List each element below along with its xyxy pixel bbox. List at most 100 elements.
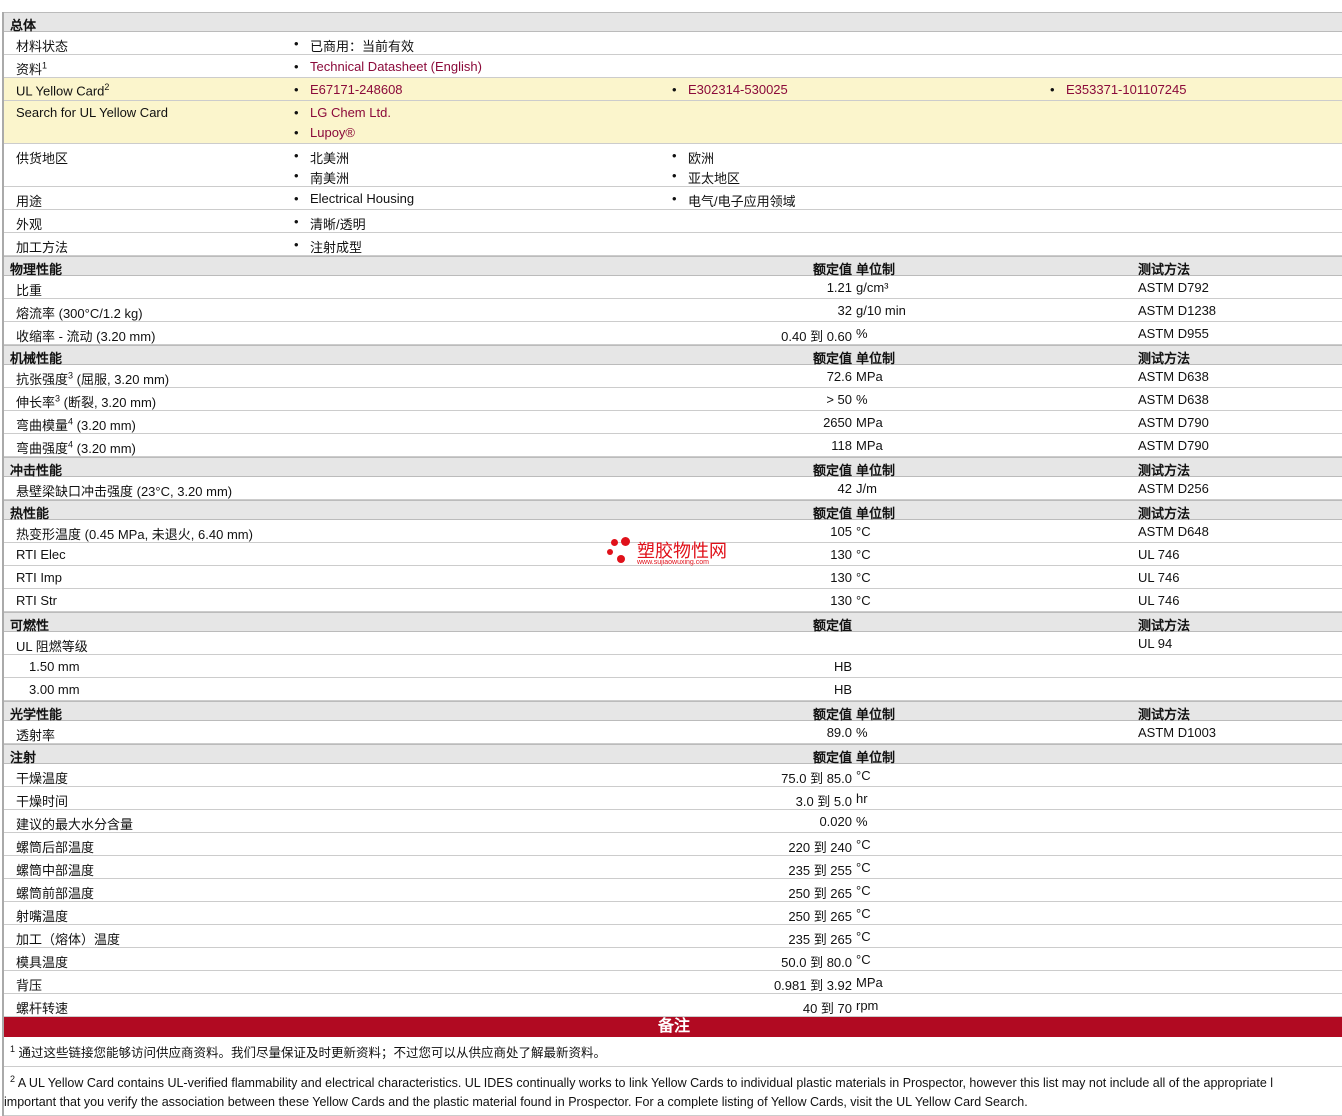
property-row: 3.00 mm HB bbox=[4, 678, 1342, 701]
value-item: 亚太地区 bbox=[672, 168, 740, 187]
property-row: 收缩率 - 流动 (3.20 mm) 0.40 到 0.60% ASTM D955 bbox=[4, 322, 1342, 345]
test-method: ASTM D638 bbox=[1138, 369, 1209, 384]
property-value: 220 到 240 bbox=[788, 840, 852, 855]
property-unit: % bbox=[856, 392, 868, 407]
property-unit: °C bbox=[856, 593, 871, 608]
section-header: 冲击性能 额定值 单位制 测试方法 bbox=[4, 457, 1342, 478]
property-value: 40 到 70 bbox=[802, 1001, 852, 1016]
section-header: 注射 额定值 单位制 bbox=[4, 744, 1342, 765]
property-row: 加工（熔体）温度 235 到 265 °C bbox=[4, 925, 1342, 948]
property-label: 螺筒后部温度 bbox=[16, 840, 95, 855]
property-value: 250 到 265 bbox=[788, 886, 852, 901]
link[interactable]: E353371-101107245 bbox=[1050, 82, 1187, 97]
property-unit: hr bbox=[856, 791, 868, 806]
link[interactable]: E67171-248608 bbox=[294, 82, 403, 97]
property-row: 悬壁梁缺口冲击强度 (23°C, 3.20 mm) 42 J/m ASTM D256 bbox=[4, 477, 1342, 500]
property-label: 螺筒中部温度 bbox=[16, 863, 95, 878]
row-label: 资料1 bbox=[16, 60, 48, 77]
property-label: 螺杆转速 bbox=[16, 1001, 69, 1016]
footnote-line: 2 A UL Yellow Card contains UL-verified … bbox=[10, 1074, 1274, 1091]
footnote: 2 A UL Yellow Card contains UL-verified … bbox=[4, 1067, 1342, 1116]
property-label: 弯曲强度4 (3.20 mm) bbox=[16, 439, 136, 456]
property-unit: °C bbox=[856, 768, 871, 783]
link[interactable]: Technical Datasheet (English) bbox=[294, 59, 482, 74]
value-item: 南美洲 bbox=[294, 168, 349, 187]
test-method: UL 746 bbox=[1138, 570, 1180, 585]
property-value: HB bbox=[833, 659, 852, 674]
property-row: 熔流率 (300°C/1.2 kg) 32 g/10 min ASTM D1238 bbox=[4, 299, 1342, 322]
footnote-ref: 3 bbox=[68, 370, 74, 381]
property-label: 弯曲模量4 (3.20 mm) bbox=[16, 416, 136, 433]
property-label: 热变形温度 (0.45 MPa, 未退火, 6.40 mm) bbox=[16, 527, 253, 542]
general-row: Search for UL Yellow Card LG Chem Ltd. Lup… bbox=[4, 101, 1342, 144]
property-value: 2650 bbox=[823, 415, 852, 430]
property-value: 72.6 bbox=[826, 369, 852, 384]
property-unit: MPa bbox=[856, 975, 883, 990]
footnote-line: 1 通过这些链接您能够访问供应商资料。我们尽量保证及时更新资料；不过您可以从供应… bbox=[10, 1044, 607, 1061]
property-row: 伸长率3 (断裂, 3.20 mm) > 50% ASTM D638 bbox=[4, 388, 1342, 411]
test-method: UL 746 bbox=[1138, 547, 1180, 562]
property-value: 50.0 到 80.0 bbox=[781, 955, 852, 970]
test-method: ASTM D648 bbox=[1138, 524, 1209, 539]
property-value: 0.981 到 3.92 bbox=[773, 978, 852, 993]
link[interactable]: Lupoy® bbox=[294, 125, 355, 140]
link[interactable]: LG Chem Ltd. bbox=[294, 105, 391, 120]
property-value: 105 bbox=[830, 524, 852, 539]
property-row: 建议的最大水分含量 0.020% bbox=[4, 810, 1342, 833]
property-value: 89.0 bbox=[826, 725, 852, 740]
property-label: 伸长率3 (断裂, 3.20 mm) bbox=[16, 393, 157, 410]
link[interactable]: E302314-530025 bbox=[672, 82, 788, 97]
property-value: 130 bbox=[830, 570, 852, 585]
property-unit: MPa bbox=[856, 415, 883, 430]
test-method: UL 94 bbox=[1138, 636, 1173, 651]
property-label: 透射率 bbox=[16, 728, 56, 743]
property-row: 背压 0.981 到 3.92 MPa bbox=[4, 971, 1342, 994]
section-header: 物理性能 额定值 单位制 测试方法 bbox=[4, 256, 1342, 277]
value-item: 欧洲 bbox=[672, 148, 714, 167]
property-row: 螺筒中部温度 235 到 255 °C bbox=[4, 856, 1342, 879]
section-header: 热性能 额定值 单位制 测试方法 bbox=[4, 500, 1342, 521]
section-header: 光学性能 额定值 单位制 测试方法 bbox=[4, 701, 1342, 722]
property-label: 收缩率 - 流动 (3.20 mm) bbox=[16, 329, 156, 344]
footnote-ref: 4 bbox=[68, 416, 74, 427]
property-value: 130 bbox=[830, 547, 852, 562]
test-method: ASTM D790 bbox=[1138, 438, 1209, 453]
property-value: 235 到 255 bbox=[788, 863, 852, 878]
property-label: 模具温度 bbox=[16, 955, 69, 970]
property-unit: °C bbox=[856, 929, 871, 944]
property-label: 射嘴温度 bbox=[16, 909, 69, 924]
property-label: 干燥时间 bbox=[16, 794, 69, 809]
footnote-ref: 2 bbox=[104, 82, 110, 92]
row-label: Search for UL Yellow Card bbox=[16, 105, 168, 120]
property-unit: °C bbox=[856, 860, 871, 875]
property-label: 螺筒前部温度 bbox=[16, 886, 95, 901]
footnote-ref: 4 bbox=[68, 439, 74, 450]
property-row: 螺筒前部温度 250 到 265 °C bbox=[4, 879, 1342, 902]
footnote-ref: 1 bbox=[42, 60, 48, 71]
property-unit: % bbox=[856, 326, 868, 341]
property-value: 1.21 bbox=[826, 280, 852, 295]
property-label: 熔流率 (300°C/1.2 kg) bbox=[16, 306, 143, 321]
test-method: ASTM D1003 bbox=[1138, 725, 1217, 740]
value-item: 北美洲 bbox=[294, 148, 349, 167]
property-label: 1.50 mm bbox=[29, 659, 80, 674]
footnote: 1 通过这些链接您能够访问供应商资料。我们尽量保证及时更新资料；不过您可以从供应… bbox=[4, 1037, 1342, 1068]
property-unit: °C bbox=[856, 570, 871, 585]
property-unit: °C bbox=[856, 524, 871, 539]
property-unit: rpm bbox=[856, 998, 879, 1013]
property-row: 抗张强度3 (屈服, 3.20 mm) 72.6 MPa ASTM D638 bbox=[4, 365, 1342, 388]
footnote-ref: 3 bbox=[55, 393, 61, 404]
property-row: 干燥温度 75.0 到 85.0 °C bbox=[4, 764, 1342, 787]
property-label: 建议的最大水分含量 bbox=[16, 817, 134, 832]
general-row: 资料1 Technical Datasheet (English) bbox=[4, 55, 1342, 78]
value-item: 清晰/透明 bbox=[294, 214, 366, 233]
property-row: 螺筒后部温度 220 到 240 °C bbox=[4, 833, 1342, 856]
property-value: 3.0 到 5.0 bbox=[795, 794, 852, 809]
property-value: 235 到 265 bbox=[788, 932, 852, 947]
section-header-general: 总体 bbox=[4, 12, 1342, 33]
row-label: 材料状态 bbox=[16, 39, 69, 54]
property-label: 3.00 mm bbox=[29, 682, 80, 697]
value-item: Electrical Housing bbox=[294, 191, 414, 206]
test-method: ASTM D792 bbox=[1138, 280, 1209, 295]
property-unit: % bbox=[856, 814, 868, 829]
